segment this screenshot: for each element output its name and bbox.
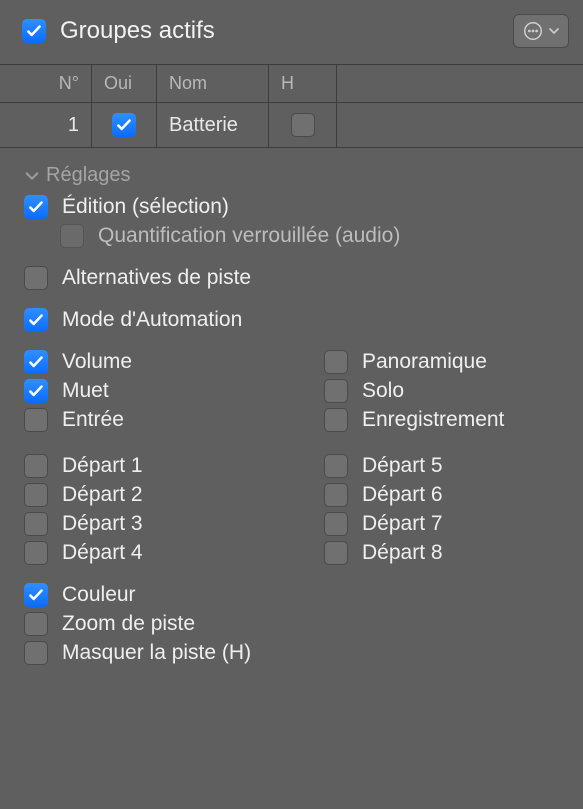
opt-solo: Solo: [324, 379, 565, 403]
opt-quant-lock: Quantification verrouillée (audio): [60, 224, 565, 248]
send2-label: Départ 2: [62, 483, 143, 507]
send7-label: Départ 7: [362, 512, 443, 536]
send3-checkbox[interactable]: [24, 512, 48, 536]
zoom-label: Zoom de piste: [62, 612, 195, 636]
solo-label: Solo: [362, 379, 404, 403]
more-icon: [522, 20, 544, 42]
opt-record: Enregistrement: [324, 408, 565, 432]
cell-nom[interactable]: Batterie: [157, 103, 269, 148]
send1-label: Départ 1: [62, 454, 143, 478]
opt-hide: Masquer la piste (H): [24, 641, 565, 665]
send2-checkbox[interactable]: [24, 483, 48, 507]
chevron-down-icon: [548, 25, 560, 37]
pan-label: Panoramique: [362, 350, 487, 374]
color-checkbox[interactable]: [24, 583, 48, 607]
color-label: Couleur: [62, 583, 136, 607]
opt-mute: Muet: [24, 379, 324, 403]
quant-lock-label: Quantification verrouillée (audio): [98, 224, 400, 248]
edition-checkbox[interactable]: [24, 195, 48, 219]
cell-oui: [92, 103, 157, 148]
send5-label: Départ 5: [362, 454, 443, 478]
col-h[interactable]: H: [269, 65, 337, 103]
row-oui-checkbox[interactable]: [112, 113, 136, 137]
input-label: Entrée: [62, 408, 124, 432]
table-header: N° Oui Nom H: [0, 65, 583, 103]
alt-piste-checkbox[interactable]: [24, 266, 48, 290]
opt-send1: Départ 1: [24, 454, 324, 478]
chevron-down-icon: [24, 168, 40, 184]
opt-zoom: Zoom de piste: [24, 612, 565, 636]
row-h-checkbox[interactable]: [291, 113, 315, 137]
opt-send6: Départ 6: [324, 483, 565, 507]
opt-color: Couleur: [24, 583, 565, 607]
opt-automation: Mode d'Automation: [24, 308, 565, 332]
sends-options: Départ 1 Départ 5 Départ 2 Départ 6 Dépa…: [24, 454, 565, 565]
options-menu-button[interactable]: [513, 14, 569, 48]
pan-checkbox[interactable]: [324, 350, 348, 374]
header-checkbox[interactable]: [22, 19, 46, 43]
automation-label: Mode d'Automation: [62, 308, 242, 332]
send5-checkbox[interactable]: [324, 454, 348, 478]
col-empty: [337, 65, 583, 103]
send8-label: Départ 8: [362, 541, 443, 565]
volume-label: Volume: [62, 350, 132, 374]
cell-empty: [337, 103, 583, 148]
opt-input: Entrée: [24, 408, 324, 432]
hide-label: Masquer la piste (H): [62, 641, 251, 665]
automation-checkbox[interactable]: [24, 308, 48, 332]
panel-header: Groupes actifs: [0, 0, 583, 58]
mixer-options: Volume Panoramique Muet Solo Entrée Enre…: [24, 350, 565, 432]
opt-pan: Panoramique: [324, 350, 565, 374]
solo-checkbox[interactable]: [324, 379, 348, 403]
send6-checkbox[interactable]: [324, 483, 348, 507]
send8-checkbox[interactable]: [324, 541, 348, 565]
settings-section: Réglages Édition (sélection) Quantificat…: [0, 148, 583, 665]
col-nom[interactable]: Nom: [157, 65, 269, 103]
send7-checkbox[interactable]: [324, 512, 348, 536]
hide-checkbox[interactable]: [24, 641, 48, 665]
opt-send5: Départ 5: [324, 454, 565, 478]
record-label: Enregistrement: [362, 408, 504, 432]
mute-checkbox[interactable]: [24, 379, 48, 403]
opt-send7: Départ 7: [324, 512, 565, 536]
opt-send4: Départ 4: [24, 541, 324, 565]
quant-lock-checkbox[interactable]: [60, 224, 84, 248]
opt-volume: Volume: [24, 350, 324, 374]
settings-label: Réglages: [46, 164, 131, 187]
send4-checkbox[interactable]: [24, 541, 48, 565]
send4-label: Départ 4: [62, 541, 143, 565]
input-checkbox[interactable]: [24, 408, 48, 432]
col-num[interactable]: N°: [0, 65, 92, 103]
groups-table: N° Oui Nom H 1 Batterie: [0, 64, 583, 148]
page-title: Groupes actifs: [60, 17, 499, 45]
opt-send8: Départ 8: [324, 541, 565, 565]
mute-label: Muet: [62, 379, 109, 403]
table-row[interactable]: 1 Batterie: [0, 103, 583, 148]
col-oui[interactable]: Oui: [92, 65, 157, 103]
opt-send2: Départ 2: [24, 483, 324, 507]
opt-alt-piste: Alternatives de piste: [24, 266, 565, 290]
record-checkbox[interactable]: [324, 408, 348, 432]
cell-num: 1: [0, 103, 92, 148]
send6-label: Départ 6: [362, 483, 443, 507]
opt-edition: Édition (sélection): [24, 195, 565, 219]
send1-checkbox[interactable]: [24, 454, 48, 478]
opt-send3: Départ 3: [24, 512, 324, 536]
volume-checkbox[interactable]: [24, 350, 48, 374]
settings-disclosure[interactable]: Réglages: [24, 164, 565, 187]
edition-label: Édition (sélection): [62, 195, 229, 219]
cell-h: [269, 103, 337, 148]
send3-label: Départ 3: [62, 512, 143, 536]
alt-piste-label: Alternatives de piste: [62, 266, 251, 290]
zoom-checkbox[interactable]: [24, 612, 48, 636]
